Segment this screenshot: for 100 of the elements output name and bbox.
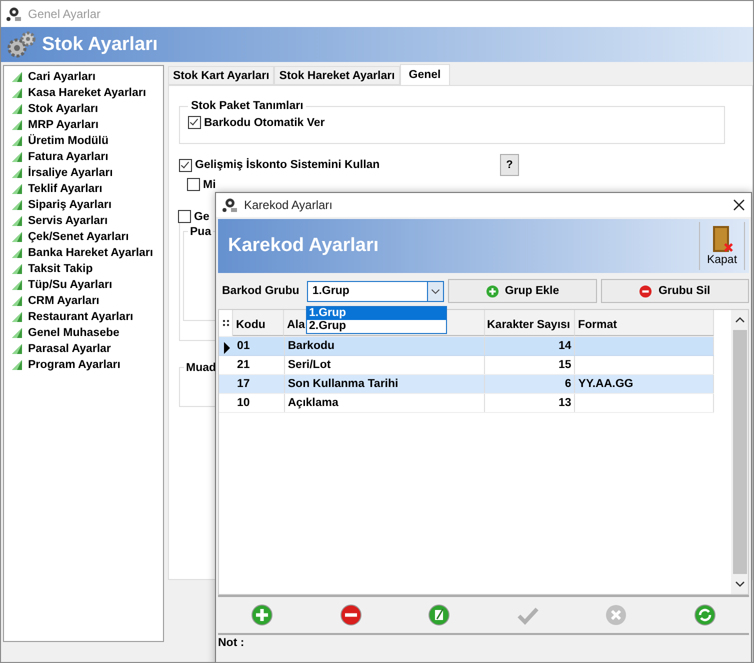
dropdown-field[interactable]: 1.Grup: [307, 280, 444, 302]
sidebar-item[interactable]: Stok Ayarları: [28, 103, 98, 115]
app-icon: [6, 6, 22, 22]
sidebar-item[interactable]: Servis Ayarları: [28, 215, 108, 227]
triangle-icon: [11, 263, 23, 275]
sidebar-item[interactable]: İrsaliye Ayarları: [28, 167, 113, 179]
delete-group-button[interactable]: Grubu Sil: [600, 279, 749, 303]
refresh-button[interactable]: [692, 602, 718, 628]
field-label: Barkod Grubu: [221, 285, 300, 297]
checkbox-label: Ge: [194, 210, 210, 222]
table-cell: 10: [234, 394, 285, 412]
add-group-button[interactable]: Grup Ekle: [448, 279, 597, 303]
checkbox[interactable]: [178, 210, 191, 223]
sidebar-item[interactable]: Çek/Senet Ayarları: [28, 231, 129, 243]
triangle-icon: [11, 279, 23, 291]
sidebar-item[interactable]: CRM Ayarları: [28, 295, 100, 307]
checkbox-label: Barkodu Otomatik Ver: [204, 116, 325, 128]
table-cell: 01: [234, 337, 285, 355]
triangle-icon: [11, 247, 23, 259]
app-icon: [222, 197, 238, 213]
help-button[interactable]: ?: [500, 154, 519, 176]
sidebar-item[interactable]: Restaurant Ayarları: [28, 311, 134, 323]
triangle-icon: [11, 215, 23, 227]
edit-button[interactable]: [426, 602, 452, 628]
table-cell: 6: [485, 375, 576, 393]
sidebar-item[interactable]: Tüp/Su Ayarları: [28, 279, 112, 291]
close-button[interactable]: Kapat: [699, 222, 745, 270]
sidebar-item[interactable]: Sipariş Ayarları: [28, 199, 112, 211]
table-cell: Barkodu: [284, 337, 486, 355]
close-icon[interactable]: [733, 199, 745, 211]
sidebar-item[interactable]: Parasal Ayarlar: [28, 343, 111, 355]
dropdown-option[interactable]: 1.Grup: [307, 307, 446, 320]
dropdown-option[interactable]: 2.Grup: [307, 320, 446, 333]
triangle-icon: [11, 103, 23, 115]
column-header[interactable]: Ala: [287, 319, 305, 331]
sidebar-item[interactable]: Kasa Hareket Ayarları: [28, 87, 146, 99]
triangle-icon: [11, 87, 23, 99]
dialog-title: Karekod Ayarları: [244, 198, 332, 212]
checkbox-label: Gelişmiş İskonto Sistemini Kullan: [195, 159, 380, 171]
checkbox[interactable]: [188, 116, 201, 129]
triangle-icon: [11, 343, 23, 355]
sidebar-item[interactable]: Banka Hareket Ayarları: [28, 247, 154, 259]
tab[interactable]: Stok Hareket Ayarları: [274, 66, 400, 85]
gears-icon: [6, 30, 36, 60]
note-label: Not :: [218, 637, 244, 649]
caret-icon[interactable]: [427, 282, 444, 300]
table-cell: 15: [485, 356, 576, 374]
triangle-icon: [11, 135, 23, 147]
column-header[interactable]: Karakter Sayısı: [487, 319, 570, 331]
triangle-icon: [11, 311, 23, 323]
sidebar-item[interactable]: Teklif Ayarları: [28, 183, 102, 195]
column-header[interactable]: Kodu: [236, 319, 266, 331]
sidebar-item[interactable]: Üretim Modülü: [28, 135, 108, 147]
triangle-icon: [11, 199, 23, 211]
table-cell: Son Kullanma Tarihi: [284, 375, 486, 393]
window-title: Genel Ayarlar: [28, 7, 100, 21]
current-row-icon: [223, 342, 232, 354]
column-header[interactable]: Format: [578, 319, 617, 331]
remove-button[interactable]: [338, 602, 364, 628]
triangle-icon: [11, 359, 23, 371]
minus-icon: [639, 284, 652, 298]
sidebar-item[interactable]: Cari Ayarları: [28, 71, 96, 83]
group-title: Stok Paket Tanımları: [190, 100, 304, 112]
tab[interactable]: Genel: [400, 64, 450, 85]
plus-icon: [486, 284, 499, 298]
table-cell: 17: [234, 375, 285, 393]
triangle-icon: [11, 119, 23, 131]
table-cell: 13: [485, 394, 576, 412]
triangle-icon: [11, 183, 23, 195]
sidebar-item[interactable]: Genel Muhasebe: [28, 327, 120, 339]
grid-corner-icon: [222, 318, 230, 328]
triangle-icon: [11, 71, 23, 83]
door-icon: [710, 224, 734, 254]
table-row[interactable]: 17 Son Kullanma Tarihi 6 YY.AA.GG: [219, 375, 714, 394]
checkbox[interactable]: [187, 178, 200, 191]
table-row[interactable]: 01 Barkodu 14: [219, 337, 714, 356]
triangle-icon: [11, 295, 23, 307]
tab[interactable]: Stok Kart Ayarları: [168, 66, 274, 85]
checkbox-label: Mi: [203, 178, 216, 190]
scroll-up-icon[interactable]: [734, 316, 744, 324]
scrollbar[interactable]: [731, 310, 748, 594]
triangle-icon: [11, 151, 23, 163]
group-title: Pua: [188, 226, 214, 238]
sidebar-item[interactable]: Taksit Takip: [28, 263, 93, 275]
header-title: Stok Ayarları: [42, 34, 158, 56]
table-cell: 21: [234, 356, 285, 374]
sidebar-item[interactable]: Program Ayarları: [28, 359, 120, 371]
table-cell: 14: [485, 337, 576, 355]
checkbox[interactable]: [179, 158, 192, 172]
add-button[interactable]: [249, 602, 276, 628]
header-title: Karekod Ayarları: [228, 235, 380, 257]
triangle-icon: [11, 167, 23, 179]
triangle-icon: [11, 327, 23, 339]
table-cell: Açıklama: [284, 394, 486, 412]
sidebar-item[interactable]: MRP Ayarları: [28, 119, 99, 131]
table-cell: Seri/Lot: [284, 356, 486, 374]
table-row[interactable]: 10 Açıklama 13: [219, 394, 714, 413]
sidebar-item[interactable]: Fatura Ayarları: [28, 151, 108, 163]
table-cell: YY.AA.GG: [575, 375, 714, 393]
scroll-down-icon[interactable]: [734, 580, 744, 588]
